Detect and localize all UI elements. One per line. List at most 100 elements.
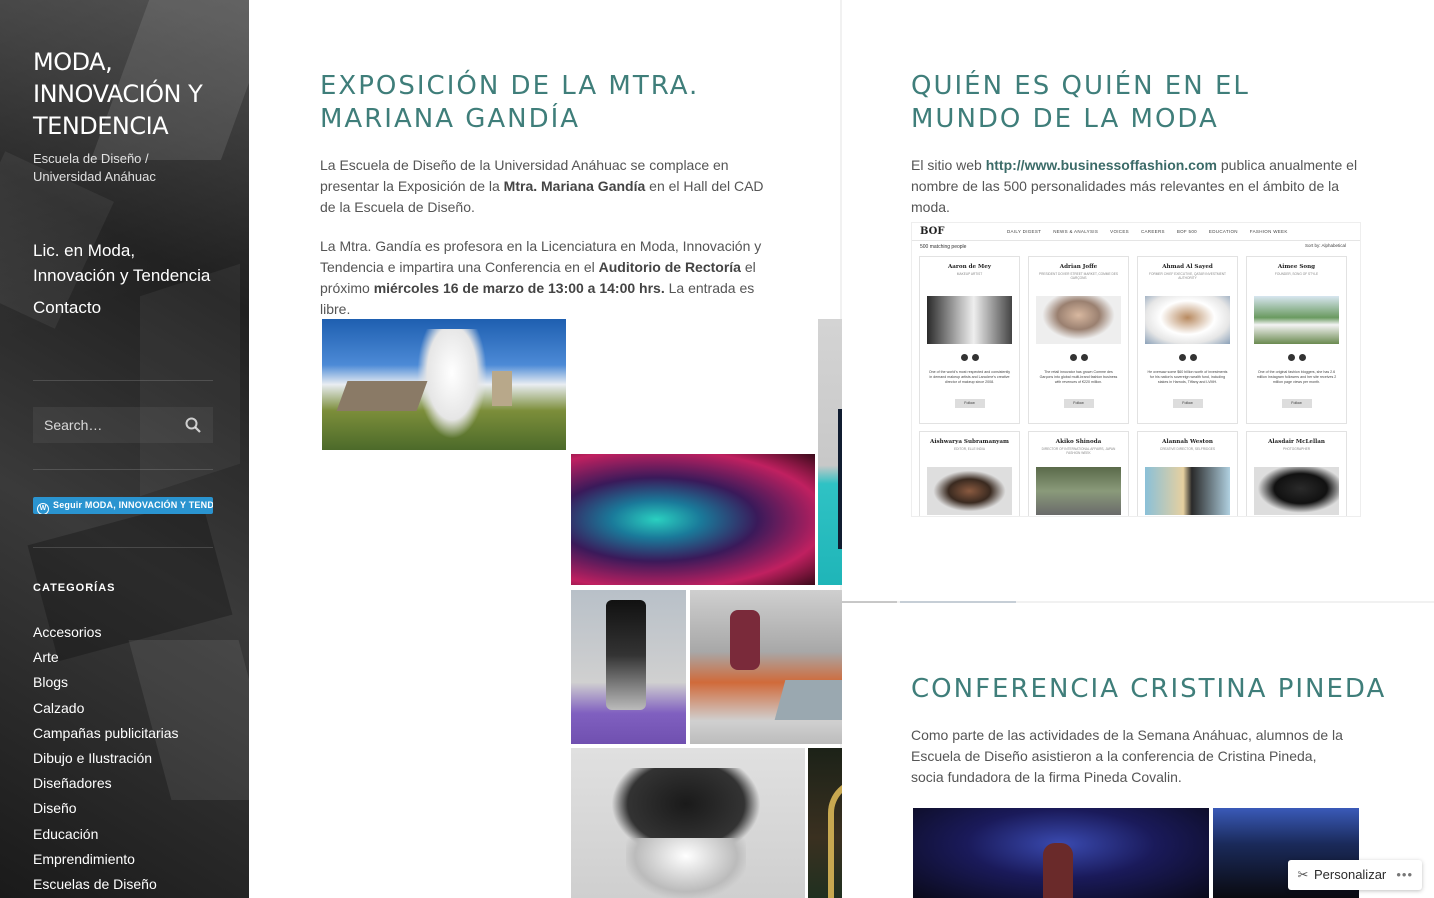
text-bold: Mtra. Mariana Gandía <box>503 178 646 194</box>
nav-item-contacto[interactable]: Contacto <box>33 295 213 320</box>
category-link[interactable]: Blogs <box>33 674 68 690</box>
post-exposicion: EXPOSICIÓN DE LA MTRA. MARIANA GANDÍA La… <box>249 0 1016 898</box>
post-content: La Escuela de Diseño de la Universidad A… <box>320 155 775 338</box>
bof-person-photo <box>927 467 1012 515</box>
category-link[interactable]: Emprendimiento <box>33 851 135 867</box>
bof-nav: DAILY DIGEST NEWS & ANALYSIS VOICES CAREERS… <box>1007 229 1300 234</box>
bof-person-card: Alasdair McLellan PHOTOGRAPHER <box>1246 431 1347 516</box>
text-bold: miércoles 16 de marzo de 13:00 a 14:00 h… <box>373 280 665 296</box>
list-item: Dibujo e Ilustración <box>33 746 179 771</box>
bof-person-role: CREATIVE DIRECTOR, SELFRIDGES <box>1159 447 1216 451</box>
bof-header: BOF DAILY DIGEST NEWS & ANALYSIS VOICES CAR… <box>912 223 1360 241</box>
bof-person-role: EDITOR, ELLE INDIA <box>954 447 985 451</box>
more-options-icon[interactable]: ••• <box>1396 860 1413 890</box>
post-paragraph: La Mtra. Gandía es profesora en la Licen… <box>320 236 775 320</box>
category-link[interactable]: Campañas publicitarias <box>33 725 179 741</box>
gallery-photo-feather-wings[interactable] <box>571 748 805 898</box>
bof-person-desc: One of the world's most respected and co… <box>928 370 1011 384</box>
post-paragraph: El sitio web http://www.businessoffashio… <box>911 155 1366 218</box>
bof-person-photo <box>1145 296 1230 344</box>
bof-follow-button: Follow <box>954 399 985 408</box>
bof-nav-item: NEWS & ANALYSIS <box>1053 229 1099 234</box>
search-input[interactable] <box>33 407 173 443</box>
nav-item-licenciatura[interactable]: Lic. en Moda, Innovación y Tendencia <box>33 238 213 288</box>
sidebar: MODA, INNOVACIÓN Y TENDENCIA Escuela de … <box>0 0 249 898</box>
bof-person-role: PHOTOGRAPHER <box>1282 447 1311 451</box>
list-item: Blogs <box>33 670 179 695</box>
bof-nav-item: DAILY DIGEST <box>1007 229 1042 234</box>
categories-list: Accesorios Arte Blogs Calzado Campañas p… <box>33 620 179 897</box>
category-link[interactable]: Educación <box>33 826 98 842</box>
bof-person-desc: He oversaw some $60 billion worth of inv… <box>1147 370 1228 384</box>
bof-person-name: Aimee Song <box>1277 264 1316 270</box>
bof-nav-item: VOICES <box>1110 229 1129 234</box>
bof-person-desc: The retail innovator has grown Comme des… <box>1039 370 1118 384</box>
bof-person-photo <box>1145 467 1230 515</box>
bof-person-name: Alannah Weston <box>1162 439 1213 445</box>
post-title[interactable]: EXPOSICIÓN DE LA MTRA. MARIANA GANDÍA <box>320 70 770 136</box>
category-link[interactable]: Escuelas de Diseño <box>33 876 157 892</box>
list-item: Educación <box>33 822 179 847</box>
text: El sitio web <box>911 157 986 173</box>
bof-person-desc: One of the original fashion bloggers, sh… <box>1256 370 1337 384</box>
bof-person-name: Ahmad Al Sayed <box>1162 264 1213 270</box>
gallery-photo-conference-speaker[interactable] <box>913 808 1209 898</box>
bof-person-card: Adrian Joffe PRESIDENT DOVER STREET MARK… <box>1028 256 1129 424</box>
bof-badges <box>1138 348 1237 366</box>
bof-person-photo <box>1254 467 1339 515</box>
post-content: Como parte de las actividades de la Sema… <box>911 725 1351 806</box>
follow-label: Seguir MODA, INNOVACIÓN Y TENDENCIA <box>53 500 213 510</box>
list-item: Diseño <box>33 796 179 821</box>
category-link[interactable]: Diseño <box>33 800 77 816</box>
customize-button[interactable]: ✂ Personalizar ••• <box>1288 860 1422 890</box>
sidebar-divider <box>33 380 213 381</box>
bof-person-card: Akiko Shinoda DIRECTOR OF INTERNATIONAL … <box>1028 431 1129 516</box>
businessoffashion-link[interactable]: http://www.businessoffashion.com <box>986 157 1217 173</box>
bof-person-card: Aimee Song FOUNDER, SONG OF STYLE One of… <box>1246 256 1347 424</box>
main-navigation: Lic. en Moda, Innovación y Tendencia Con… <box>33 238 213 327</box>
bof-person-card: Ahmad Al Sayed FORMER CHIEF EXECUTIVE, Q… <box>1137 256 1238 424</box>
category-link[interactable]: Diseñadores <box>33 775 112 791</box>
bof-person-role: FORMER CHIEF EXECUTIVE, QATAR INVESTMENT… <box>1149 272 1226 280</box>
bof-person-name: Alasdair McLellan <box>1268 439 1325 445</box>
post-quien-es-quien: QUIÉN ES QUIÉN EN EL MUNDO DE LA MODA El… <box>842 0 1434 601</box>
bof-person-name: Aaron de Mey <box>947 264 992 270</box>
follow-blog-button[interactable]: W Seguir MODA, INNOVACIÓN Y TENDENCIA <box>33 497 213 514</box>
bof-person-name: Adrian Joffe <box>1059 264 1098 270</box>
bof-screenshot-image[interactable]: BOF DAILY DIGEST NEWS & ANALYSIS VOICES CAR… <box>911 222 1361 517</box>
bof-sort: Sort by: Alphabetical <box>1305 243 1346 248</box>
bof-follow-button: Follow <box>1172 399 1203 408</box>
site-title[interactable]: MODA, INNOVACIÓN Y TENDENCIA <box>33 46 233 142</box>
wrench-icon: ✂ <box>1297 867 1309 882</box>
bof-person-role: FOUNDER, SONG OF STYLE <box>1274 272 1319 276</box>
bof-logo: BOF <box>920 226 945 237</box>
post-title[interactable]: CONFERENCIA CRISTINA PINEDA <box>911 673 1384 706</box>
bof-person-role: DIRECTOR OF INTERNATIONAL AFFAIRS, JAPAN… <box>1041 447 1116 455</box>
category-link[interactable]: Calzado <box>33 700 84 716</box>
post-paragraph: Como parte de las actividades de la Sema… <box>911 727 1343 785</box>
bof-person-role: MAKEUP ARTIST <box>956 272 983 276</box>
gallery-photo-neon-portrait[interactable] <box>571 454 815 585</box>
gallery-photo-paper-dress[interactable] <box>571 590 686 744</box>
bof-person-name: Akiko Shinoda <box>1055 439 1102 445</box>
bof-person-photo <box>1036 467 1121 515</box>
list-item: Campañas publicitarias <box>33 721 179 746</box>
gallery-photo-bride-field[interactable] <box>322 319 566 450</box>
category-link[interactable]: Dibujo e Ilustración <box>33 750 152 766</box>
bof-badges <box>1029 348 1128 366</box>
list-item: Arte <box>33 645 179 670</box>
category-link[interactable]: Accesorios <box>33 624 101 640</box>
search-icon[interactable] <box>185 417 201 433</box>
post-conferencia: CONFERENCIA CRISTINA PINEDA Como parte d… <box>842 603 1434 898</box>
wordpress-icon: W <box>37 503 49 514</box>
bof-badges <box>1247 348 1346 366</box>
bof-follow-button: Follow <box>1063 399 1094 408</box>
category-link[interactable]: Arte <box>33 649 59 665</box>
list-item: Accesorios <box>33 620 179 645</box>
text-bold: Auditorio de Rectoría <box>598 259 741 275</box>
post-title[interactable]: QUIÉN ES QUIÉN EN EL MUNDO DE LA MODA <box>911 70 1361 136</box>
sidebar-divider <box>33 547 213 548</box>
list-item: Escuelas de Diseño <box>33 872 179 897</box>
bof-follow-button: Follow <box>1281 399 1312 408</box>
bof-sort-label: Sort by: <box>1304 243 1321 248</box>
